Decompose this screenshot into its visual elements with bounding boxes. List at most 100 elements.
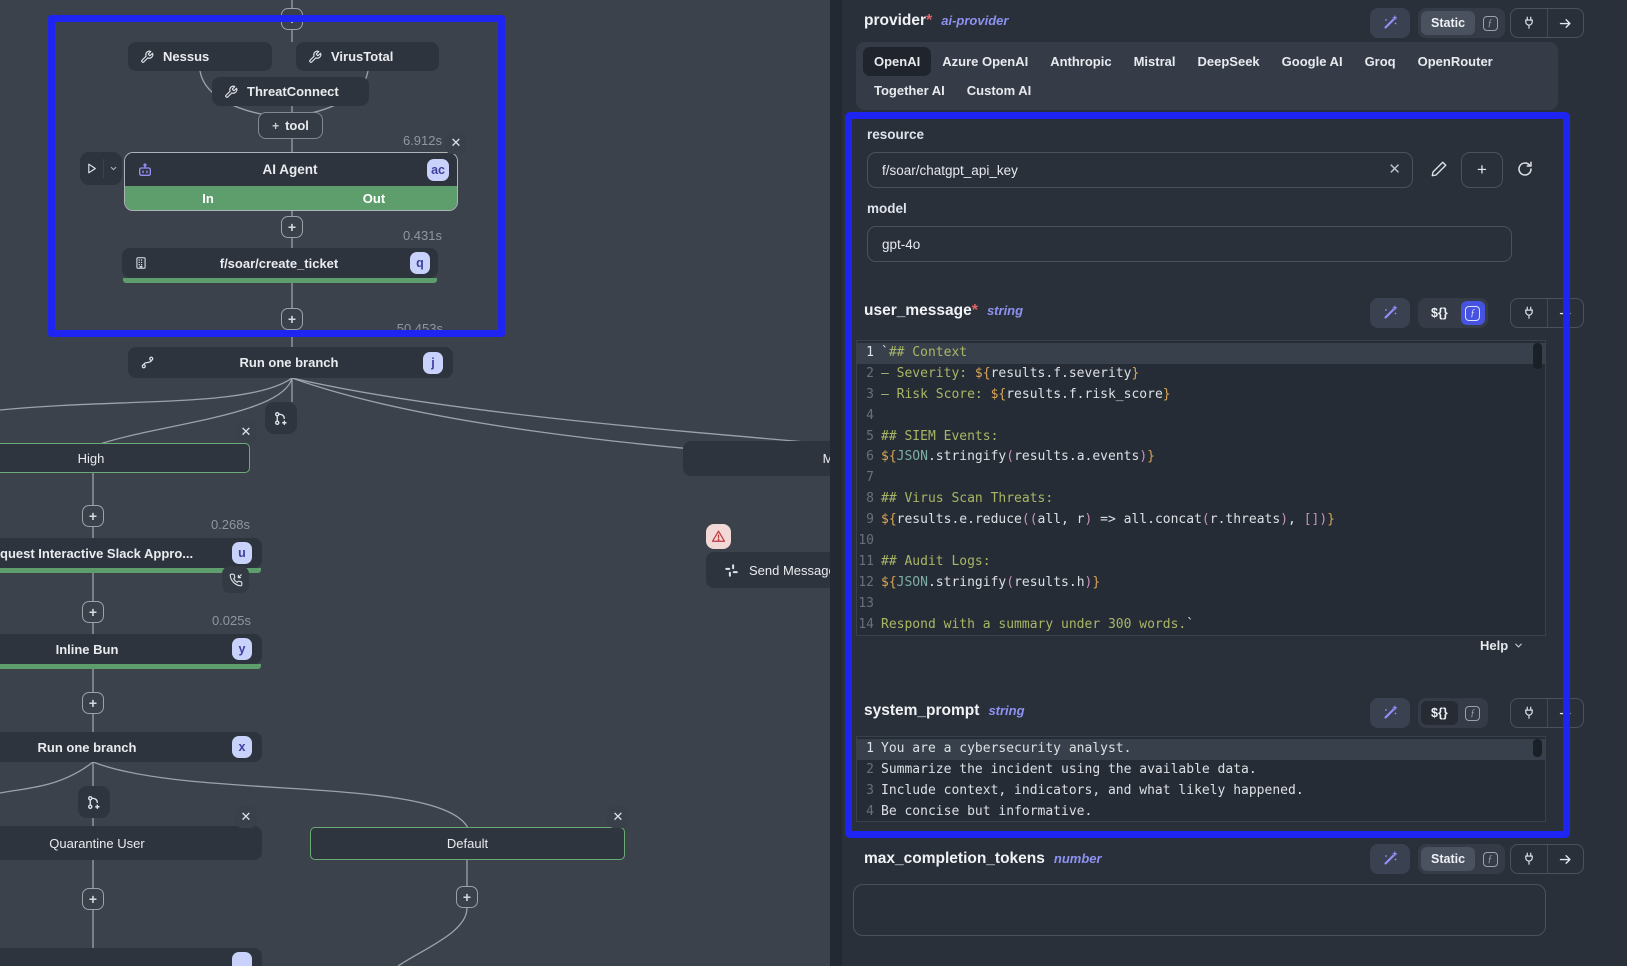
user-message-mode-toggle[interactable]: ${} ƒ [1418,298,1488,328]
provider-io-buttons[interactable] [1510,8,1584,38]
node-threatconnect[interactable]: ThreatConnect [212,77,369,106]
workflow-canvas[interactable]: + Nessus VirusTotal ThreatConnect + tool… [0,0,830,966]
chevron-down-icon[interactable] [103,159,122,179]
code-line[interactable]: 5## SIEM Events: [857,427,1545,448]
magic-wand-icon[interactable] [1370,844,1410,874]
editor-scrollbar[interactable] [1533,739,1542,757]
code-line[interactable]: 2– Severity: ${results.f.severity} [857,364,1545,385]
code-line[interactable]: 12${JSON.stringify(results.h)} [857,573,1545,594]
plug-icon[interactable] [1511,299,1547,327]
add-step-connector[interactable]: + [82,505,104,527]
code-line[interactable]: 9${results.e.reduce((all, r) => all.conc… [857,510,1545,531]
code-line[interactable]: 11## Audit Logs: [857,552,1545,573]
pencil-icon[interactable] [1430,160,1448,178]
node-inline-bun[interactable]: Inline Bun y [0,634,262,664]
code-line[interactable]: 8## Virus Scan Threats: [857,489,1545,510]
tool-connector-pill[interactable]: + tool [258,112,323,139]
close-icon[interactable]: ✕ [235,421,257,443]
phone-incoming-icon[interactable] [222,566,249,593]
close-icon[interactable]: ✕ [607,806,629,828]
code-line[interactable]: 6${JSON.stringify(results.a.events)} [857,447,1545,468]
arrow-right-icon[interactable] [1547,9,1583,37]
provider-tab-groq[interactable]: Groq [1354,47,1407,76]
system-prompt-mode-toggle[interactable]: ${} ƒ [1418,698,1488,728]
max-tokens-io-buttons[interactable] [1510,844,1584,874]
provider-tab-google-ai[interactable]: Google AI [1271,47,1354,76]
user-message-io-buttons[interactable] [1510,298,1584,328]
code-line[interactable]: 1`## Context [857,343,1545,364]
function-icon[interactable]: ƒ [1478,847,1502,871]
agent-in-handle[interactable]: In [125,186,291,211]
function-icon[interactable]: ƒ [1478,11,1502,35]
plug-icon[interactable] [1511,9,1547,37]
refresh-icon[interactable] [1516,160,1534,178]
add-step-connector[interactable]: + [82,888,104,910]
node-slack-approval[interactable]: quest Interactive Slack Appro... u [0,538,262,568]
expression-mode-option[interactable]: ${} [1421,301,1458,325]
code-line[interactable]: 4Be concise but informative. [857,802,1545,822]
system-prompt-io-buttons[interactable] [1510,698,1584,728]
static-mode-option[interactable]: Static [1421,847,1475,871]
add-step-connector[interactable]: + [82,692,104,714]
max-tokens-mode-toggle[interactable]: Static ƒ [1418,844,1505,874]
node-virustotal[interactable]: VirusTotal [296,42,439,71]
add-step-connector[interactable]: + [281,8,303,30]
code-line[interactable]: 14Respond with a summary under 300 words… [857,615,1545,636]
provider-mode-toggle[interactable]: Static ƒ [1418,8,1505,38]
add-resource-button[interactable]: + [1461,152,1503,188]
node-message-clipped[interactable]: M [683,441,830,476]
provider-tab-openrouter[interactable]: OpenRouter [1407,47,1504,76]
node-ai-agent[interactable]: AI Agent ac In Out [124,152,458,211]
node-run-one-branch-bottom[interactable]: Run one branch x [0,732,262,762]
clear-icon[interactable]: ✕ [1388,161,1401,179]
static-mode-option[interactable]: Static [1421,11,1475,35]
magic-wand-icon[interactable] [1370,298,1410,328]
close-icon[interactable]: ✕ [445,132,467,154]
code-line[interactable]: 10 [857,531,1545,552]
code-line[interactable]: 3Include context, indicators, and what l… [857,781,1545,802]
add-branch-icon[interactable] [78,786,110,818]
provider-tab-custom-ai[interactable]: Custom AI [956,76,1043,105]
code-line[interactable]: 7 [857,468,1545,489]
node-send-message[interactable]: Send Message [706,552,830,588]
function-icon[interactable]: ƒ [1461,701,1485,725]
code-line[interactable]: 2Summarize the incident using the availa… [857,760,1545,781]
plug-icon[interactable] [1511,699,1547,727]
add-step-connector[interactable]: + [456,886,478,908]
provider-tab-azure-openai[interactable]: Azure OpenAI [931,47,1039,76]
node-run-one-branch-top[interactable]: Run one branch j [128,347,453,378]
expression-mode-option[interactable]: ${} [1421,701,1458,725]
provider-tab-openai[interactable]: OpenAI [863,47,931,76]
function-icon[interactable]: ƒ [1461,301,1485,325]
help-dropdown[interactable]: Help [1480,638,1524,653]
model-input[interactable] [867,226,1512,262]
arrow-right-icon[interactable] [1547,299,1583,327]
agent-out-handle[interactable]: Out [291,186,457,211]
code-line[interactable]: 4 [857,406,1545,427]
close-icon[interactable]: ✕ [235,806,257,828]
run-node-button-group[interactable] [80,152,122,185]
system-prompt-editor[interactable]: 1You are a cybersecurity analyst.2Summar… [856,736,1546,822]
arrow-right-icon[interactable] [1547,699,1583,727]
add-step-connector[interactable]: + [281,216,303,238]
node-branch-high[interactable]: High [0,443,250,473]
add-step-connector[interactable]: + [281,308,303,330]
user-message-editor[interactable]: 1`## Context2– Severity: ${results.f.sev… [856,340,1546,636]
arrow-right-icon[interactable] [1547,845,1583,873]
node-bottom-clipped[interactable] [0,948,262,966]
provider-tab-together-ai[interactable]: Together AI [863,76,956,105]
plug-icon[interactable] [1511,845,1547,873]
editor-scrollbar[interactable] [1533,343,1542,369]
node-branch-default[interactable]: Default [310,827,625,860]
provider-tab-deepseek[interactable]: DeepSeek [1187,47,1271,76]
code-line[interactable]: 13 [857,594,1545,615]
provider-tab-anthropic[interactable]: Anthropic [1039,47,1122,76]
magic-wand-icon[interactable] [1370,698,1410,728]
node-quarantine-user[interactable]: Quarantine User [0,826,262,860]
resource-input[interactable] [867,152,1413,188]
provider-tab-mistral[interactable]: Mistral [1123,47,1187,76]
add-branch-icon[interactable] [265,402,297,434]
code-line[interactable]: 3– Risk Score: ${results.f.risk_score} [857,385,1545,406]
node-nessus[interactable]: Nessus [128,42,272,71]
code-line[interactable]: 1You are a cybersecurity analyst. [857,739,1545,760]
